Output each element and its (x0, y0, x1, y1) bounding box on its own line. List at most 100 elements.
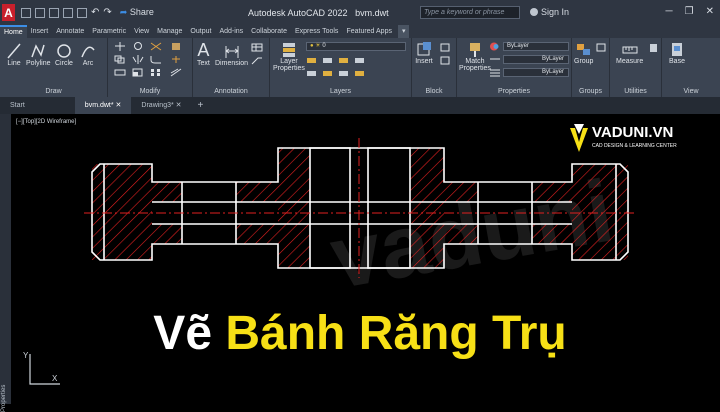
tab-output[interactable]: Output (186, 25, 215, 38)
search-input[interactable]: Type a keyword or phrase (420, 6, 520, 19)
mirror-icon[interactable] (132, 55, 144, 64)
text-tool-button[interactable]: A Text (197, 40, 210, 67)
line-icon (7, 43, 21, 59)
headline-yellow: Bánh Răng Trụ (225, 307, 567, 360)
annotation-panel-label[interactable]: Annotation (193, 88, 269, 95)
circle-tool-button[interactable]: Circle (55, 42, 73, 67)
save-icon[interactable] (49, 7, 59, 18)
lineweight-dropdown[interactable]: ByLayer (503, 68, 569, 77)
copy-icon[interactable] (114, 55, 126, 64)
array-icon[interactable] (150, 68, 162, 77)
layer-properties-button[interactable]: Layer Properties (273, 41, 305, 72)
undo-icon[interactable]: ↶ (91, 7, 99, 18)
modify-panel-label[interactable]: Modify (108, 88, 192, 95)
circle-icon (57, 44, 71, 58)
tab-collaborate[interactable]: Collaborate (247, 25, 291, 38)
layer-tool-7-icon[interactable] (338, 69, 350, 78)
edit-block-icon[interactable] (440, 56, 452, 65)
minimize-button[interactable]: ─ (666, 6, 673, 17)
polyline-tool-button[interactable]: Polyline (26, 42, 51, 67)
scale-icon[interactable] (132, 68, 144, 77)
trim-icon[interactable] (150, 42, 162, 51)
saveas-icon[interactable] (63, 7, 73, 18)
doc-tab-bvm[interactable]: bvm.dwt* ✕ (74, 97, 132, 114)
layer-value: 0 (322, 43, 326, 49)
layer-tool-6-icon[interactable] (322, 69, 334, 78)
new-icon[interactable] (21, 7, 31, 18)
linetype-icon[interactable] (489, 55, 501, 64)
tab-express-tools[interactable]: Express Tools (291, 25, 342, 38)
create-block-icon[interactable] (440, 43, 452, 52)
layer-tool-3-icon[interactable] (338, 56, 350, 65)
new-tab-icon[interactable]: + (192, 97, 210, 114)
arc-tool-button[interactable]: Arc (80, 42, 96, 67)
ribbon: Line Polyline Circle Arc Draw Modify A T… (0, 38, 720, 97)
doc-tab-start[interactable]: Start (0, 97, 75, 114)
layer-tool-2-icon[interactable] (322, 56, 334, 65)
sign-in-button[interactable]: Sign In (530, 7, 569, 17)
tab-add-ins[interactable]: Add-ins (215, 25, 247, 38)
calculator-icon[interactable] (648, 43, 660, 52)
side-palette-label: Properties (1, 384, 7, 412)
user-icon (530, 8, 538, 16)
dimension-tool-button[interactable]: Dimension (215, 42, 248, 67)
match-properties-button[interactable]: Match Properties (459, 41, 491, 72)
measure-button[interactable]: Measure (616, 41, 643, 65)
autocad-logo-icon[interactable]: A (2, 4, 15, 21)
plot-icon[interactable] (77, 7, 87, 18)
ungroup-icon[interactable] (596, 43, 608, 52)
share-button[interactable]: ➦ Share (120, 7, 154, 18)
table-icon[interactable] (251, 43, 263, 52)
polyline-icon (31, 44, 45, 58)
open-icon[interactable] (35, 7, 45, 18)
layer-tool-5-icon[interactable] (306, 69, 318, 78)
tab-insert[interactable]: Insert (27, 25, 53, 38)
groups-panel-label[interactable]: Groups (572, 88, 609, 95)
draw-panel-label[interactable]: Draw (0, 88, 107, 95)
lineweight-icon[interactable] (489, 68, 501, 77)
ribbon-options-icon[interactable]: ▾ (397, 25, 410, 38)
insert-button[interactable]: Insert (415, 41, 433, 65)
move-icon[interactable] (114, 42, 126, 51)
line-tool-button[interactable]: Line (6, 42, 22, 67)
tab-parametric[interactable]: Parametric (88, 25, 130, 38)
layer-dropdown[interactable]: ● ☀ 0 (306, 42, 406, 51)
close-button[interactable]: ✕ (706, 6, 714, 17)
color-wheel-icon[interactable] (489, 42, 501, 51)
restore-button[interactable]: ❐ (685, 6, 694, 17)
utilities-panel-label[interactable]: Utilities (610, 88, 661, 95)
groups-panel: Group Groups (572, 38, 610, 97)
explode-icon[interactable] (170, 55, 182, 64)
tab-manage[interactable]: Manage (153, 25, 186, 38)
fillet-icon[interactable] (150, 55, 162, 64)
modify-panel: Modify (108, 38, 193, 97)
view-panel-label[interactable]: View (662, 88, 720, 95)
group-button[interactable]: Group (574, 41, 593, 65)
quick-access-toolbar: ↶ ↷ (21, 7, 112, 18)
leader-icon[interactable] (251, 56, 263, 65)
share-icon: ➦ (119, 7, 128, 17)
offset-icon[interactable] (170, 68, 182, 77)
linetype-dropdown[interactable]: ByLayer (503, 55, 569, 64)
stretch-icon[interactable] (114, 68, 126, 77)
tab-view[interactable]: View (130, 25, 153, 38)
properties-panel-label[interactable]: Properties (457, 88, 571, 95)
block-panel-label[interactable]: Block (412, 88, 456, 95)
erase-icon[interactable] (170, 42, 182, 51)
base-button[interactable]: Base (668, 41, 686, 65)
layer-tool-8-icon[interactable] (354, 69, 366, 78)
rotate-icon[interactable] (132, 42, 144, 51)
redo-icon[interactable]: ↷ (103, 7, 111, 18)
close-tab-icon[interactable]: ✕ (116, 102, 122, 109)
layer-tool-1-icon[interactable] (306, 56, 318, 65)
tab-featured-apps[interactable]: Featured Apps (342, 25, 396, 38)
file-name: bvm.dwt (355, 8, 389, 18)
color-dropdown[interactable]: ByLayer (503, 42, 569, 51)
tab-home[interactable]: Home (0, 25, 27, 38)
doc-tab-drawing3[interactable]: Drawing3* ✕ (131, 97, 191, 114)
tab-annotate[interactable]: Annotate (52, 25, 88, 38)
title-bar: A ↶ ↷ ➦ Share Autodesk AutoCAD 2022 bvm.… (0, 0, 720, 25)
layer-tool-4-icon[interactable] (354, 56, 366, 65)
layers-panel-label[interactable]: Layers (270, 88, 411, 95)
close-tab-icon[interactable]: ✕ (176, 102, 182, 109)
